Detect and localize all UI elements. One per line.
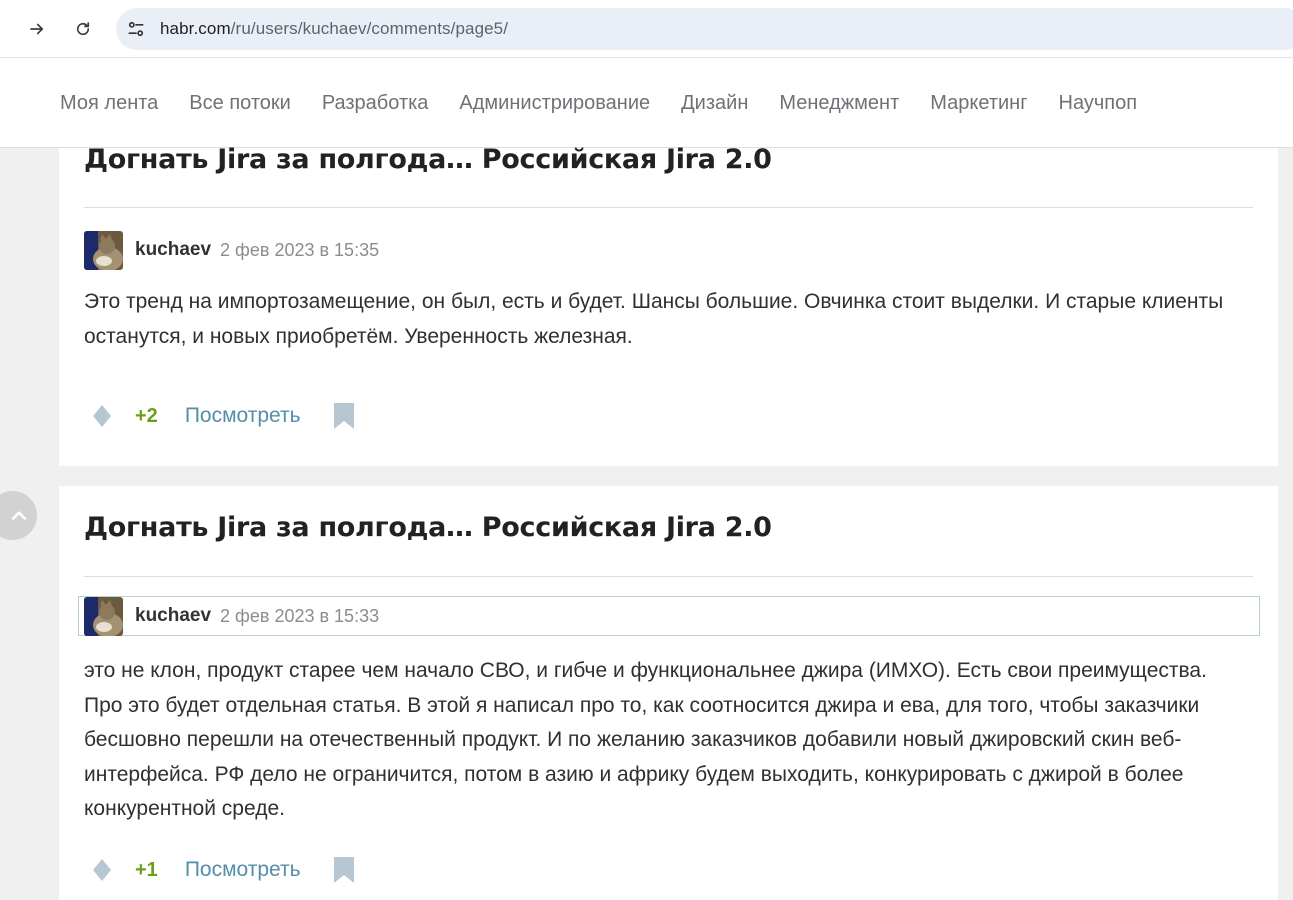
address-bar[interactable]: habr.com/ru/users/kuchaev/comments/page5… — [116, 8, 1293, 50]
forward-button[interactable] — [21, 13, 53, 45]
author-link[interactable]: kuchaev — [135, 239, 211, 261]
bookmark-icon[interactable] — [333, 856, 355, 884]
scroll-to-top-button[interactable] — [0, 491, 37, 540]
comment-meta: kuchaev 2 фев 2023 в 15:35 — [84, 230, 379, 270]
author-link[interactable]: kuchaev — [135, 605, 211, 627]
comment-score: +2 — [135, 404, 158, 427]
arrow-right-icon — [30, 23, 44, 35]
url-host: habr.com — [160, 19, 231, 38]
flow-link-design[interactable]: Дизайн — [681, 92, 748, 115]
flow-link-management[interactable]: Менеджмент — [779, 92, 899, 115]
divider — [84, 207, 1253, 208]
view-comment-link[interactable]: Посмотреть — [185, 404, 301, 428]
tune-icon — [128, 21, 144, 37]
post-title-link[interactable]: Догнать Jira за полгода… Российская Jira… — [84, 144, 772, 175]
flow-link-all[interactable]: Все потоки — [189, 92, 291, 115]
flow-link-development[interactable]: Разработка — [322, 92, 429, 115]
divider — [84, 576, 1253, 577]
comment-text: это не клон, продукт старее чем начало С… — [84, 659, 1207, 820]
comment-card: Догнать Jira за полгода… Российская Jira… — [59, 144, 1278, 466]
comment-actions: +1 Посмотреть — [89, 853, 355, 887]
comment-card: Догнать Jira за полгода… Российская Jira… — [59, 486, 1278, 900]
flow-link-marketing[interactable]: Маркетинг — [930, 92, 1027, 115]
flows-nav: Моя лента Все потоки Разработка Админист… — [60, 58, 1168, 148]
comment-actions: +2 Посмотреть — [89, 399, 355, 433]
post-title-link[interactable]: Догнать Jira за полгода… Российская Jira… — [84, 512, 772, 543]
view-comment-link[interactable]: Посмотреть — [185, 858, 301, 882]
avatar[interactable] — [84, 596, 123, 636]
comment-date[interactable]: 2 фев 2023 в 15:35 — [220, 240, 379, 261]
url-path: /ru/users/kuchaev/comments/page5/ — [230, 19, 509, 38]
reload-icon — [76, 22, 90, 36]
vote-diamond-icon[interactable] — [89, 403, 115, 429]
url-text: habr.com/ru/users/kuchaev/comments/page5… — [160, 19, 508, 39]
browser-toolbar: habr.com/ru/users/kuchaev/comments/page5… — [0, 0, 1293, 58]
comment-score: +1 — [135, 858, 158, 881]
reload-button[interactable] — [67, 13, 99, 45]
chevron-up-icon — [11, 510, 26, 520]
vote-diamond-icon[interactable] — [89, 857, 115, 883]
flow-link-admin[interactable]: Администрирование — [459, 92, 650, 115]
comment-date[interactable]: 2 фев 2023 в 15:33 — [220, 606, 379, 627]
flow-link-my-feed[interactable]: Моя лента — [60, 92, 158, 115]
comment-text: Это тренд на импортозамещение, он был, е… — [84, 290, 1224, 348]
comment-meta: kuchaev 2 фев 2023 в 15:33 — [78, 596, 1260, 636]
site-info-button[interactable] — [122, 15, 150, 43]
flow-link-popsci[interactable]: Научпоп — [1059, 92, 1138, 115]
site-header: Моя лента Все потоки Разработка Админист… — [0, 58, 1293, 148]
bookmark-icon[interactable] — [333, 402, 355, 430]
avatar[interactable] — [84, 230, 123, 270]
